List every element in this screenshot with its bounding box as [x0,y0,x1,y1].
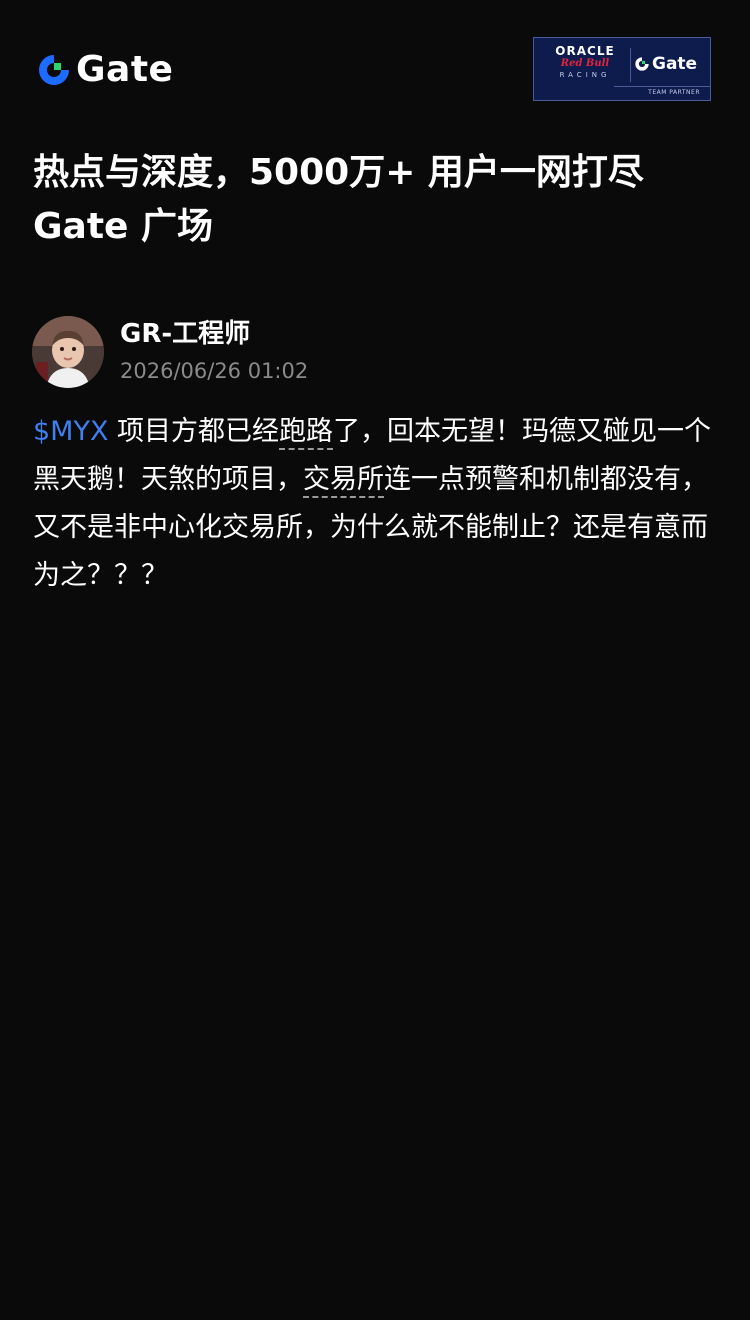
avatar[interactable] [32,316,104,388]
team-partner-badge: ORACLE Red Bull RACING Gate TEAM PARTNER [533,37,711,101]
partner-divider [630,48,631,82]
partner-gate-text: Gate [652,54,698,74]
term-link-paolu[interactable]: 跑路 [279,416,334,450]
partner-foot-line [614,86,710,87]
author-block: GR-工程师 2026/06/26 01:02 [32,316,722,388]
gate-logo[interactable]: Gate [36,48,173,92]
term-link-exchange[interactable]: 交易所 [303,464,384,498]
headline-line-1: 热点与深度，5000万+ 用户一网打尽 [33,152,644,193]
post-timestamp: 2026/06/26 01:02 [120,359,309,383]
gate-mini-icon [635,57,649,71]
redbull-wordmark: Red Bull [560,58,610,69]
header: Gate ORACLE Red Bull RACING Gate TEAM PA… [0,0,750,130]
oracle-redbull-racing-logo: ORACLE Red Bull RACING [542,44,628,84]
avatar-image [32,316,104,388]
partner-gate-logo: Gate [634,52,697,76]
post-text-1: 项目方都已经 [108,416,280,447]
headline-line-2: Gate 广场 [33,206,214,247]
post-body: $MYX 项目方都已经跑路了，回本无望！玛德又碰见一个黑天鹅！天煞的项目，交易所… [33,408,717,600]
gate-logo-text: Gate [76,49,174,90]
page-headline: 热点与深度，5000万+ 用户一网打尽 Gate 广场 [33,146,723,254]
gate-logo-icon [39,55,69,85]
author-name[interactable]: GR-工程师 [120,316,250,352]
oracle-wordmark: ORACLE [555,44,615,58]
ticker-link[interactable]: $MYX [33,416,108,447]
team-partner-label: TEAM PARTNER [648,89,700,96]
racing-wordmark: RACING [559,71,611,79]
